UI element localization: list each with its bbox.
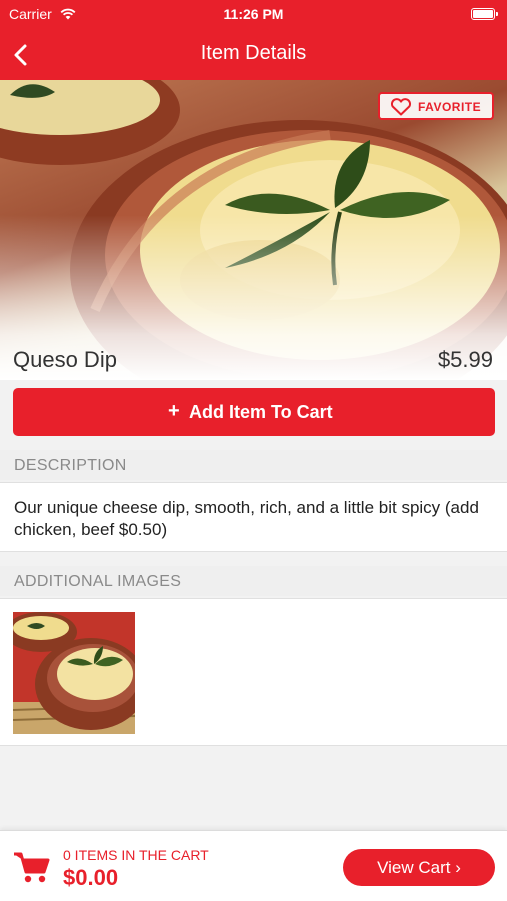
plus-icon: + — [168, 400, 180, 422]
favorite-label: FAVORITE — [418, 100, 482, 114]
additional-images-header-label: ADDITIONAL IMAGES — [14, 573, 182, 590]
nav-bar: Item Details — [0, 30, 507, 80]
status-time: 11:26 PM — [223, 6, 284, 22]
cart-total: $0.00 — [63, 865, 119, 890]
cart-bar: 0 ITEMS IN THE CART $0.00 View Cart › — [0, 830, 507, 901]
page-title: Item Details — [200, 42, 307, 64]
favorite-button[interactable]: FAVORITE — [378, 92, 494, 120]
heart-icon — [390, 98, 412, 121]
item-hero-image — [0, 80, 507, 380]
shopping-cart-icon — [13, 850, 51, 889]
view-cart-label: View Cart › — [377, 858, 461, 877]
view-cart-button[interactable]: View Cart › — [343, 849, 495, 886]
description-panel: Our unique cheese dip, smooth, rich, and… — [0, 482, 507, 552]
additional-images-header: ADDITIONAL IMAGES — [0, 566, 507, 596]
add-to-cart-button[interactable]: + Add Item To Cart — [13, 388, 495, 436]
hero-fade-overlay — [0, 80, 507, 380]
additional-images-panel — [0, 598, 507, 746]
description-header-label: DESCRIPTION — [14, 457, 127, 474]
battery-icon — [471, 8, 498, 20]
item-name: Queso Dip — [13, 347, 117, 372]
description-header: DESCRIPTION — [0, 450, 507, 480]
status-bar: Carrier 11:26 PM — [0, 0, 507, 30]
additional-image-thumbnail[interactable] — [13, 612, 135, 734]
cart-item-count: 0 ITEMS IN THE CART — [63, 847, 209, 863]
item-price: $5.99 — [437, 347, 493, 372]
description-text: Our unique cheese dip, smooth, rich, and… — [14, 498, 479, 539]
add-to-cart-label: Add Item To Cart — [189, 402, 333, 422]
